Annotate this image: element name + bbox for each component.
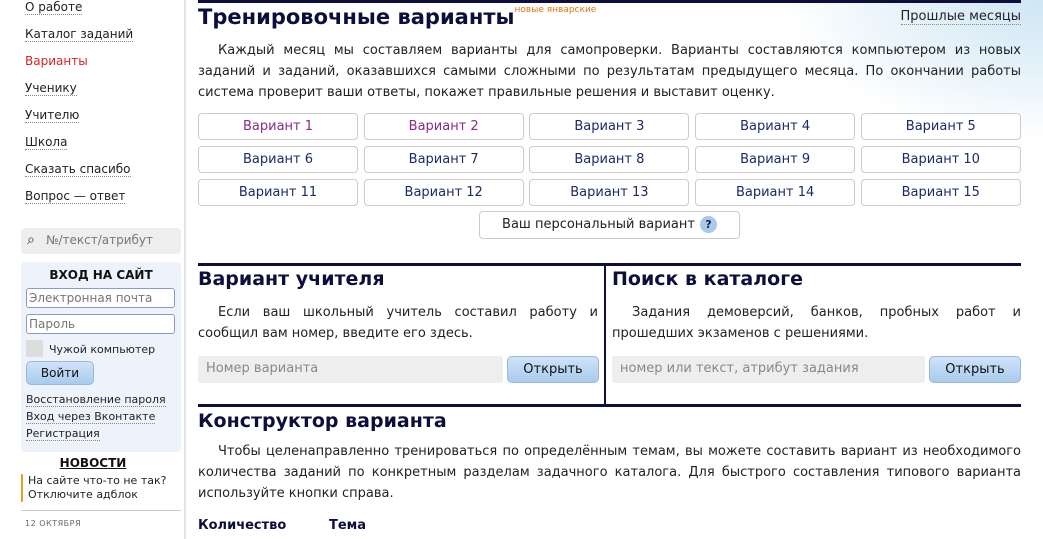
variant-button[interactable]: Вариант 9 [695, 146, 856, 173]
section-divider [604, 263, 1021, 266]
divider [21, 510, 181, 511]
title-text: Тренировочные варианты [198, 5, 515, 29]
nav-teacher[interactable]: Учителю [25, 108, 80, 123]
news-date: 12 ОКТЯБРЯ [25, 519, 82, 528]
email-field[interactable] [26, 288, 175, 308]
variant-button[interactable]: Вариант 14 [695, 179, 856, 206]
nav-student[interactable]: Ученику [25, 81, 77, 96]
search-placeholder: №/текст/атрибут [46, 233, 154, 247]
adblock-note: На сайте что-то не так? Отключите адблок [21, 474, 181, 502]
new-badge: новые январские [514, 5, 597, 15]
variant-button[interactable]: Вариант 11 [198, 179, 358, 206]
teacher-variant-text: Если ваш школьный учитель составил работ… [198, 305, 598, 341]
foreign-computer-label: Чужой компьютер [49, 343, 156, 356]
vk-login-link[interactable]: Вход через Вконтакте [26, 410, 156, 424]
variant-button[interactable]: Вариант 1 [198, 113, 358, 140]
section-divider [198, 263, 605, 266]
column-header-topic: Тема [329, 518, 367, 533]
variant-button[interactable]: Вариант 15 [860, 179, 1021, 206]
help-icon[interactable]: ? [699, 216, 717, 233]
restore-password-link[interactable]: Восстановление пароля [26, 393, 166, 407]
variant-button[interactable]: Вариант 12 [363, 179, 524, 206]
sidebar-search-input[interactable]: ⌕ №/текст/атрибут [21, 228, 181, 254]
variant-button[interactable]: Вариант 13 [529, 179, 690, 206]
column-header-count: Количество [198, 518, 287, 533]
sidebar: О работе Каталог заданий Варианты Ученик… [0, 0, 186, 539]
teacher-variant-title: Вариант учителя [198, 268, 385, 290]
page-title: Тренировочные вариантыновые январские [198, 5, 596, 29]
foreign-computer-checkbox[interactable] [26, 340, 43, 357]
training-description: Каждый месяц мы составляем варианты для … [198, 43, 1021, 100]
personal-label: Ваш персональный вариант [502, 217, 695, 232]
constructor-text: Чтобы целенаправленно тренироваться по о… [198, 444, 1021, 501]
variant-button[interactable]: Вариант 6 [198, 146, 358, 173]
variant-button[interactable]: Вариант 3 [529, 113, 690, 140]
catalog-search-text: Задания демоверсий, банков, пробных рабо… [612, 305, 1021, 341]
personal-variant-button[interactable]: Ваш персональный вариант? [479, 211, 740, 239]
variant-button[interactable]: Вариант 7 [363, 146, 524, 173]
past-months-link[interactable]: Прошлые месяцы [900, 9, 1021, 25]
news-title[interactable]: НОВОСТИ [0, 456, 186, 470]
variant-button[interactable]: Вариант 10 [860, 146, 1021, 173]
login-button[interactable]: Войти [26, 361, 94, 385]
open-catalog-button[interactable]: Открыть [929, 356, 1021, 383]
nav-variants[interactable]: Варианты [25, 54, 88, 68]
nav-catalog[interactable]: Каталог заданий [25, 27, 134, 42]
variant-button[interactable]: Вариант 2 [363, 113, 524, 140]
login-panel: ВХОД НА САЙТ Чужой компьютер Войти Восст… [21, 262, 181, 452]
section-divider [198, 404, 1021, 407]
variant-button[interactable]: Вариант 5 [860, 113, 1021, 140]
open-teacher-variant-button[interactable]: Открыть [507, 356, 599, 383]
nav-school[interactable]: Школа [25, 135, 68, 150]
section-divider [198, 0, 1021, 3]
column-divider [604, 263, 606, 405]
news-panel: НОВОСТИ На сайте что-то не так? Отключит… [0, 456, 186, 528]
search-icon: ⌕ [27, 232, 35, 248]
constructor-title: Конструктор варианта [198, 410, 447, 432]
variant-button[interactable]: Вариант 4 [695, 113, 856, 140]
variant-button[interactable]: Вариант 8 [529, 146, 690, 173]
nav-faq[interactable]: Вопрос — ответ [25, 189, 126, 204]
catalog-search-input[interactable]: номер или текст, атрибут задания [612, 356, 925, 383]
nav-about[interactable]: О работе [25, 0, 83, 15]
login-title: ВХОД НА САЙТ [49, 268, 153, 282]
nav-thanks[interactable]: Сказать спасибо [25, 162, 131, 177]
register-link[interactable]: Регистрация [26, 427, 100, 441]
catalog-search-title: Поиск в каталоге [612, 268, 804, 290]
password-field[interactable] [26, 314, 175, 334]
variant-number-input[interactable]: Номер варианта [198, 356, 503, 383]
